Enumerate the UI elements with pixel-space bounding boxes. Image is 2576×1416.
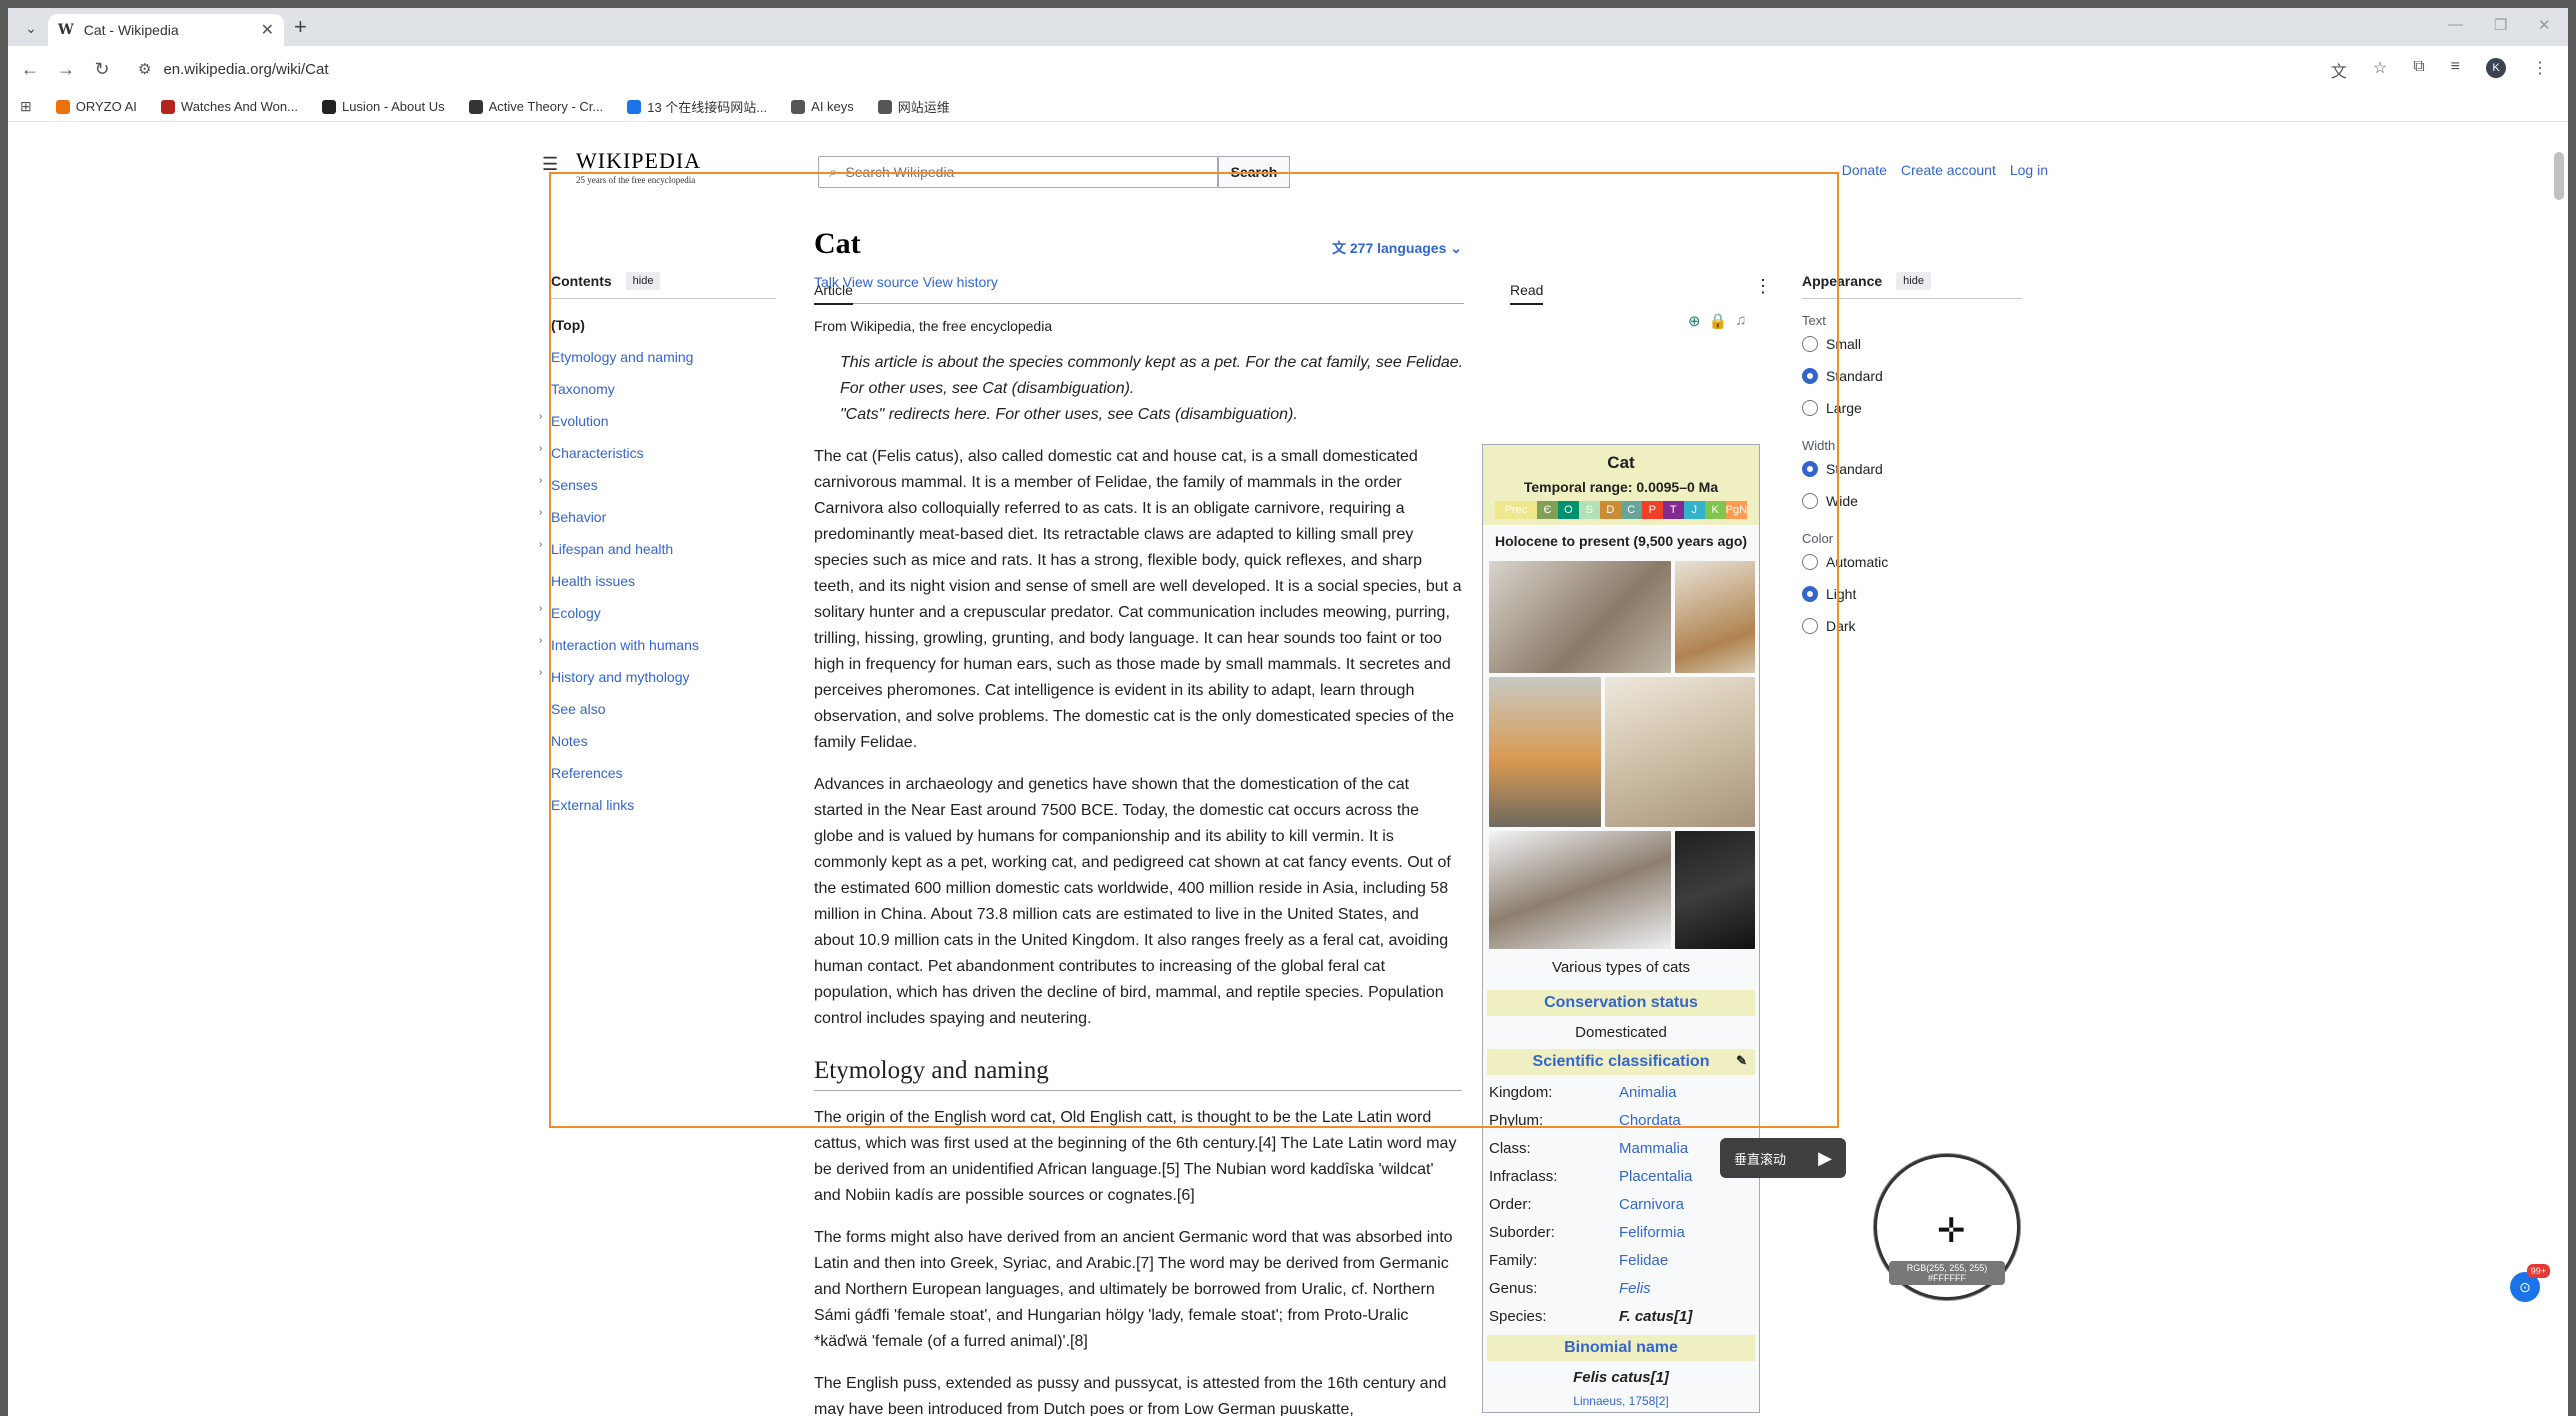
scroll-capture-bar[interactable]: 垂直滚动 ▶ <box>1720 1138 1846 1178</box>
url-text: en.wikipedia.org/wiki/Cat <box>163 60 329 78</box>
bookmark-label: 13 个在线接码网站... <box>647 100 768 115</box>
row-key: Order: <box>1489 1196 1532 1213</box>
new-tab-icon[interactable]: + <box>294 14 307 40</box>
site-info-icon[interactable]: ⚙ <box>138 60 151 78</box>
bookmarks-bar: ⊞ ORYZO AI Watches And Won... Lusion - Abo… <box>8 92 2568 122</box>
row-value[interactable]: Felis <box>1619 1278 1651 1300</box>
bookmark-label: AI keys <box>811 99 854 114</box>
bookmark-label: 网站运维 <box>897 100 950 115</box>
screenshot-selection-frame[interactable] <box>549 172 1839 1128</box>
close-window-icon[interactable]: ✕ <box>2538 16 2551 34</box>
bookmark-favicon-icon <box>791 99 806 114</box>
row-key: Class: <box>1489 1140 1531 1157</box>
notification-badge-icon[interactable]: ⊙ 99+ <box>2510 1264 2550 1302</box>
classification-row: Genus: Felis <box>1483 1275 1759 1303</box>
page-scrollbar[interactable] <box>2554 152 2564 200</box>
paragraph: The forms might also have derived from a… <box>814 1229 1453 1350</box>
classification-row: Class: Mammalia <box>1483 1135 1759 1163</box>
bookmark-item[interactable]: Watches And Won... <box>160 99 298 114</box>
expand-chevron-icon[interactable]: › <box>539 433 542 465</box>
apps-grid-icon[interactable]: ⊞ <box>20 98 32 115</box>
classification-row: Family: Felidae <box>1483 1247 1759 1275</box>
bookmark-favicon-icon <box>877 99 892 114</box>
bookmark-label: Lusion - About Us <box>341 99 445 114</box>
bookmark-favicon-icon <box>160 99 175 114</box>
wikipedia-favicon-icon: W <box>58 22 74 38</box>
extensions-icon[interactable]: ⧉ <box>2413 58 2424 82</box>
binomial-name: Felis catus[1] <box>1573 1369 1669 1386</box>
browser-toolbar: ← → ↻ ⚙ en.wikipedia.org/wiki/Cat <box>8 46 2568 92</box>
bookmark-star-icon[interactable]: ☆ <box>2373 58 2387 82</box>
expand-chevron-icon[interactable]: › <box>539 657 542 689</box>
expand-chevron-icon[interactable]: › <box>539 497 542 529</box>
row-key: Infraclass: <box>1489 1168 1558 1185</box>
tab-strip: ⌄ W Cat - Wikipedia ✕ + — ❐ ✕ <box>8 8 2568 46</box>
bookmark-favicon-icon <box>55 99 70 114</box>
wordmark: WIKIPEDIA <box>576 148 702 173</box>
bookmark-label: ORYZO AI <box>75 99 137 114</box>
binomial-heading[interactable]: Binomial name <box>1487 1335 1755 1361</box>
tab-active[interactable]: W Cat - Wikipedia ✕ <box>48 14 284 46</box>
row-value[interactable]: Placentalia <box>1619 1166 1692 1188</box>
forward-icon[interactable]: → <box>52 59 80 80</box>
header-link[interactable]: Donate <box>1842 162 1887 178</box>
close-tab-icon[interactable]: ✕ <box>261 20 274 40</box>
expand-chevron-icon[interactable]: › <box>539 593 542 625</box>
bookmark-label: Watches And Won... <box>180 99 298 114</box>
color-picker-magnifier: ✛ RGB(255, 255, 255) #FFFFFF <box>1874 1154 2020 1300</box>
row-value[interactable]: Carnivora <box>1619 1194 1684 1216</box>
paragraph: The English puss, extended as pussy and … <box>814 1375 1447 1416</box>
classification-row: Infraclass: Placentalia <box>1483 1163 1759 1191</box>
menu-kebab-icon[interactable]: ⋮ <box>2532 58 2548 82</box>
minimize-icon[interactable]: — <box>2448 16 2463 33</box>
bookmark-favicon-icon <box>468 99 483 114</box>
expand-chevron-icon[interactable]: › <box>539 625 542 657</box>
classification-row: Species: F. catus[1] <box>1483 1303 1759 1331</box>
header-link[interactable]: Create account <box>1901 162 1996 178</box>
scroll-capture-label: 垂直滚动 <box>1734 1151 1787 1167</box>
personal-links: Donate Create account Log in <box>1842 162 2048 178</box>
row-value[interactable]: F. catus[1] <box>1619 1306 1692 1328</box>
classification-row: Order: Carnivora <box>1483 1191 1759 1219</box>
bookmark-item[interactable]: Active Theory - Cr... <box>468 99 604 114</box>
crosshair-icon: ✛ <box>1937 1212 1966 1250</box>
picker-readout: RGB(255, 255, 255) #FFFFFF <box>1889 1261 2005 1285</box>
row-key: Genus: <box>1489 1280 1538 1297</box>
back-icon[interactable]: ← <box>16 59 44 80</box>
row-value[interactable]: Felidae <box>1619 1250 1668 1272</box>
toolbar-icons: 文 ☆ ⧉ ≡ K ⋮ <box>2331 58 2548 82</box>
bookmark-item[interactable]: ORYZO AI <box>55 99 137 114</box>
bookmark-label: Active Theory - Cr... <box>488 99 604 114</box>
translate-icon[interactable]: 文 <box>2331 58 2347 82</box>
row-value[interactable]: Mammalia <box>1619 1138 1688 1160</box>
classification-row: Suborder: Feliformia <box>1483 1219 1759 1247</box>
play-icon[interactable]: ▶ <box>1818 1148 1832 1169</box>
bookmark-item[interactable]: AI keys <box>791 99 854 114</box>
tab-title: Cat - Wikipedia <box>83 22 179 38</box>
restore-icon[interactable]: ❐ <box>2494 16 2507 34</box>
profile-avatar[interactable]: K <box>2486 58 2506 78</box>
header-link[interactable]: Log in <box>2010 162 2048 178</box>
web-page: ☰ WIKIPEDIA 25 years of the free encyclo… <box>8 122 2568 1416</box>
bookmark-favicon-icon <box>321 99 336 114</box>
appearance-hide-button[interactable]: hide <box>1896 272 1931 290</box>
expand-chevron-icon[interactable]: › <box>539 465 542 497</box>
row-value[interactable]: Feliformia <box>1619 1222 1685 1244</box>
expand-chevron-icon[interactable]: › <box>539 529 542 561</box>
media-icon[interactable]: ≡ <box>2451 58 2460 82</box>
browser-window: ⌄ W Cat - Wikipedia ✕ + — ❐ ✕ ← → ↻ ⚙ en… <box>8 8 2568 1416</box>
bookmark-item[interactable]: Lusion - About Us <box>321 99 445 114</box>
address-bar[interactable]: ⚙ en.wikipedia.org/wiki/Cat <box>128 52 2348 86</box>
expand-chevron-icon[interactable]: › <box>539 401 542 433</box>
row-key: Suborder: <box>1489 1224 1555 1241</box>
reload-icon[interactable]: ↻ <box>88 59 116 80</box>
row-key: Family: <box>1489 1252 1538 1269</box>
binomial-authority[interactable]: Linnaeus, 1758[2] <box>1483 1390 1759 1412</box>
row-key: Species: <box>1489 1308 1547 1325</box>
bookmark-item[interactable]: 网站运维 <box>877 97 950 116</box>
bookmark-item[interactable]: 13 个在线接码网站... <box>627 97 767 116</box>
bookmark-favicon-icon <box>627 99 642 114</box>
tab-search-icon[interactable]: ⌄ <box>18 16 44 40</box>
